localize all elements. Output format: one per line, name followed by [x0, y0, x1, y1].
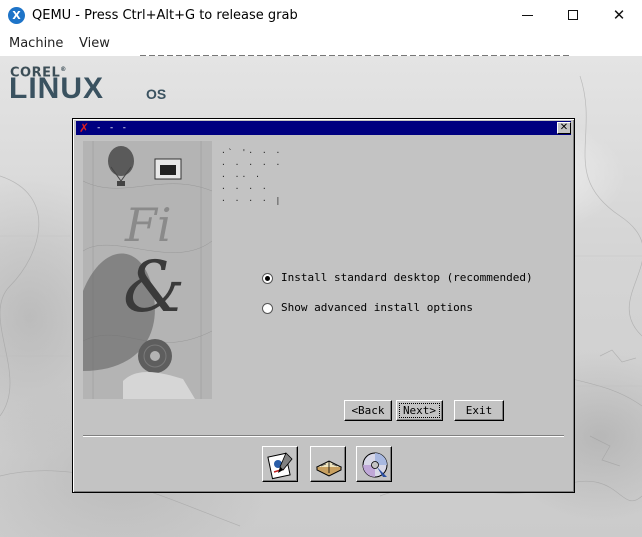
obscured-info-text: ·` '· · · · · · · · · ·· · · · · · · · ·…	[221, 148, 283, 205]
manual-button[interactable]	[310, 446, 346, 482]
qemu-app-icon: X	[8, 7, 25, 24]
next-button[interactable]: Next>	[396, 400, 443, 421]
certificate-button[interactable]	[262, 446, 298, 482]
svg-text:Fi: Fi	[124, 198, 172, 252]
book-icon	[315, 460, 343, 477]
standard-radio[interactable]	[262, 272, 273, 284]
menu-view[interactable]: View	[79, 36, 110, 52]
maximize-icon	[568, 10, 578, 20]
dialog-titlebar: ✗ - - - ✕	[76, 121, 571, 135]
cd-icon	[362, 452, 388, 478]
menu-machine[interactable]: Machine	[9, 36, 63, 52]
dialog-close-button[interactable]: ✕	[557, 122, 571, 134]
advanced-radio[interactable]	[262, 302, 273, 314]
window-title: QEMU - Press Ctrl+Alt+G to release grab	[32, 8, 298, 23]
linux-logo-text: LINUX	[9, 72, 104, 105]
close-button[interactable]: ✕	[596, 0, 642, 31]
minimize-button[interactable]	[504, 0, 550, 31]
maximize-button[interactable]	[550, 0, 596, 31]
menubar: Machine View	[0, 31, 642, 56]
standard-option-label: Install standard desktop (recommended)	[281, 271, 533, 284]
side-banner-image: Fi &	[83, 141, 212, 399]
back-button[interactable]: <Back	[344, 400, 392, 421]
install-standard-option[interactable]: Install standard desktop (recommended)	[262, 270, 533, 286]
minimize-icon	[522, 15, 533, 16]
svg-text:&: &	[123, 246, 185, 328]
exit-button[interactable]: Exit	[454, 400, 504, 421]
banner-artwork: Fi &	[83, 141, 212, 399]
cd-install-button[interactable]	[356, 446, 392, 482]
install-advanced-option[interactable]: Show advanced install options	[262, 300, 473, 316]
dialog-separator	[83, 435, 564, 437]
corel-x-icon: ✗	[79, 121, 90, 135]
os-logo-text: OS	[146, 86, 167, 102]
dialog-title: - - -	[96, 123, 129, 133]
advanced-option-label: Show advanced install options	[281, 301, 474, 314]
certificate-icon	[267, 452, 293, 480]
installer-dialog: ✗ - - - ✕ Fi & ·` '· · · · · · · · · ·· …	[72, 118, 575, 493]
window-titlebar: X QEMU - Press Ctrl+Alt+G to release gra…	[0, 0, 642, 31]
